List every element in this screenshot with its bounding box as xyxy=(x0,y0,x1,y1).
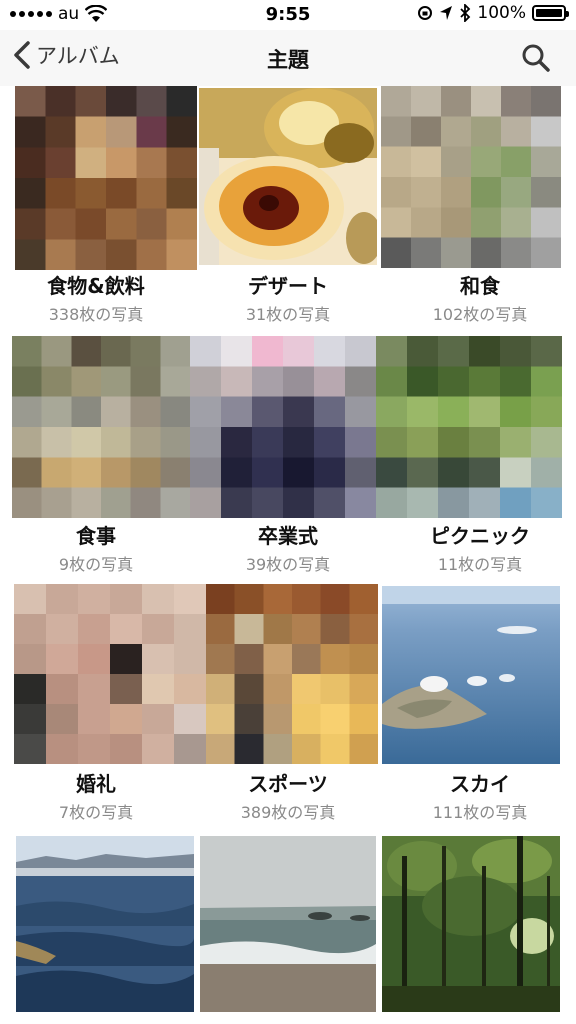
album-name: 和食 xyxy=(460,274,500,298)
album-thumbnail-forest[interactable] xyxy=(382,836,560,1012)
ocean-photo xyxy=(16,836,194,1012)
pixelated-picnic-photo xyxy=(376,336,562,518)
status-right: 100% xyxy=(417,3,569,23)
album-thumbnail-food-drink[interactable] xyxy=(15,86,197,270)
album-name: スカイ xyxy=(450,772,510,796)
battery-percent: 100% xyxy=(477,3,526,23)
bluetooth-icon xyxy=(460,4,471,22)
pixelated-wedding-photo xyxy=(14,584,206,764)
orientation-lock-icon xyxy=(418,6,433,20)
album-thumbnail-picnic[interactable] xyxy=(376,336,562,518)
coast-photo xyxy=(200,836,376,1012)
album-thumbnail-graduation[interactable] xyxy=(190,336,376,518)
forest-photo xyxy=(382,836,560,1012)
pixelated-japanese-food-photo xyxy=(381,86,561,268)
chevron-left-icon xyxy=(14,41,30,69)
album-name: デザート xyxy=(248,274,328,298)
album-count: 102枚の写真 xyxy=(432,305,528,324)
location-icon xyxy=(440,6,453,20)
album-count: 7枚の写真 xyxy=(58,803,134,822)
album-count: 338枚の写真 xyxy=(48,305,144,324)
album-thumbnail-meal[interactable] xyxy=(12,336,190,518)
album-name: ピクニック xyxy=(430,524,530,548)
album-count: 39枚の写真 xyxy=(245,555,331,574)
dessert-photo xyxy=(199,88,377,265)
album-count: 31枚の写真 xyxy=(245,305,331,324)
album-name: 卒業式 xyxy=(258,524,318,548)
status-bar: au 9:55 100% xyxy=(0,0,576,30)
navigation-bar: アルバム 主題 xyxy=(0,30,576,86)
album-thumbnail-japanese-food[interactable] xyxy=(381,86,561,268)
album-thumbnail-sports[interactable] xyxy=(206,584,378,764)
album-count: 9枚の写真 xyxy=(58,555,134,574)
album-name: 食物&飲料 xyxy=(47,274,145,298)
search-icon[interactable] xyxy=(520,42,552,74)
album-thumbnail-wedding[interactable] xyxy=(14,584,206,764)
back-label: アルバム xyxy=(36,44,120,68)
pixelated-food-photo xyxy=(15,86,197,270)
album-count: 11枚の写真 xyxy=(437,555,523,574)
album-thumbnail-ocean[interactable] xyxy=(16,836,194,1012)
album-name: 婚礼 xyxy=(76,772,116,796)
sky-photo xyxy=(382,586,560,764)
pixelated-sports-photo xyxy=(206,584,378,764)
back-button[interactable]: アルバム xyxy=(12,40,120,70)
album-count: 389枚の写真 xyxy=(240,803,336,822)
album-name: スポーツ xyxy=(248,772,328,796)
album-count: 111枚の写真 xyxy=(432,803,528,822)
album-thumbnail-coast[interactable] xyxy=(200,836,376,1012)
album-thumbnail-dessert[interactable] xyxy=(199,88,377,265)
album-name: 食事 xyxy=(76,524,116,548)
pixelated-graduation-photo xyxy=(190,336,376,518)
battery-icon xyxy=(532,5,569,21)
album-thumbnail-sky[interactable] xyxy=(382,586,560,764)
pixelated-meal-photo xyxy=(12,336,190,518)
